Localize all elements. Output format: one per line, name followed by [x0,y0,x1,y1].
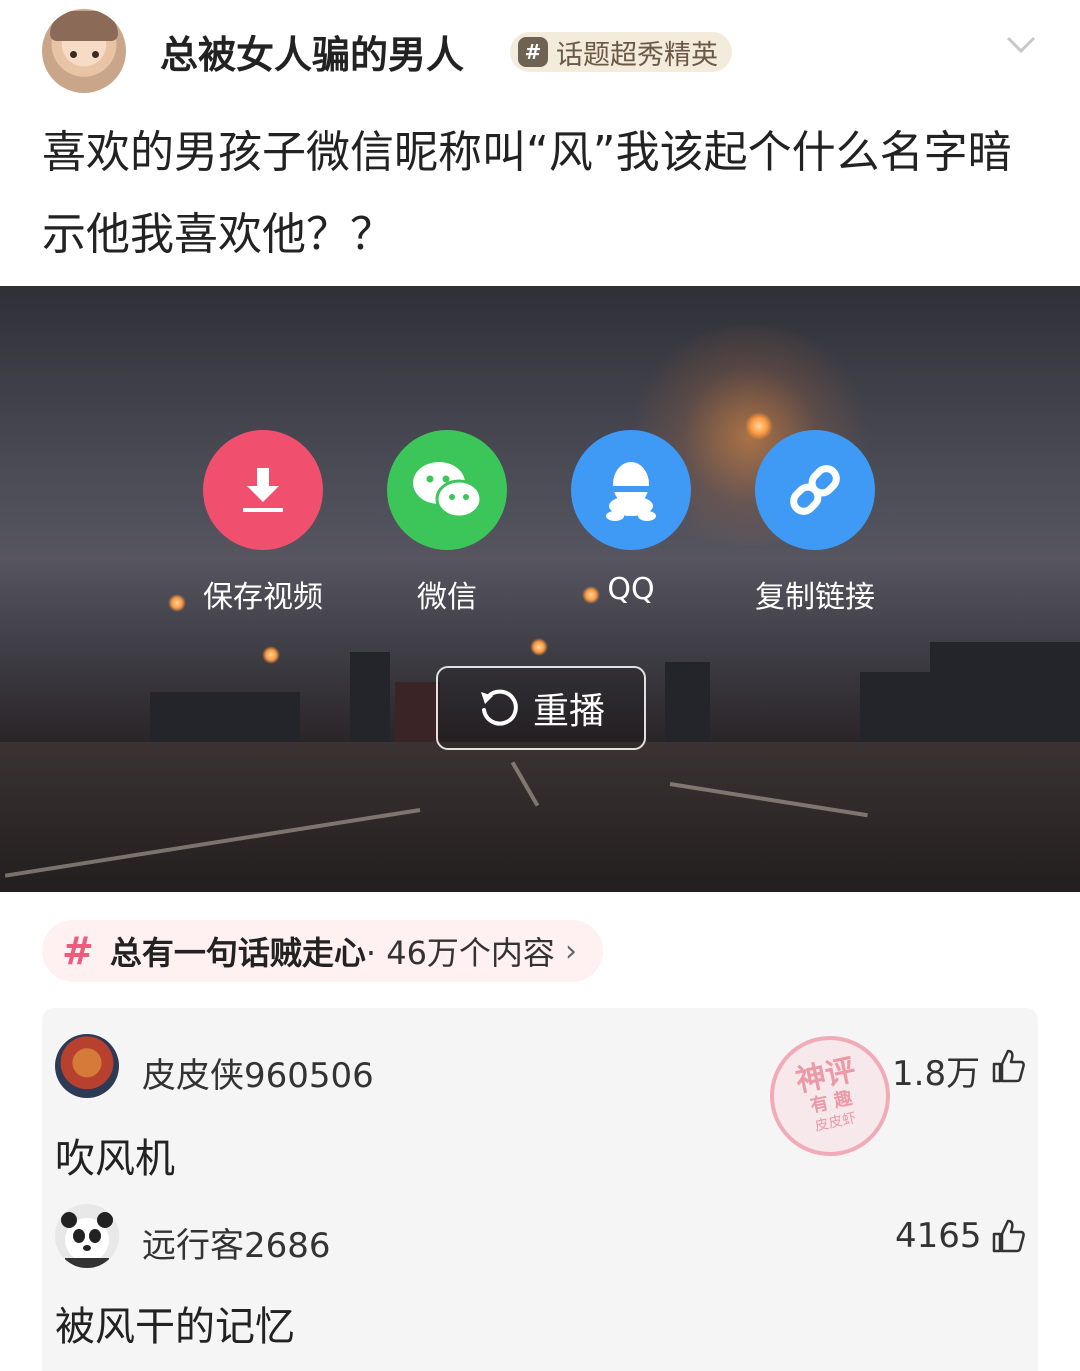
share-options: 保存视频 微信 QQ 复制链接 [0,430,1080,620]
video-player[interactable]: 保存视频 微信 QQ 复制链接 重播 [0,286,1080,892]
commenter-avatar[interactable] [55,1204,119,1268]
road [0,742,1080,892]
author-avatar[interactable] [42,9,126,93]
commenter-name[interactable]: 远行客2686 [142,1218,331,1267]
topic-link[interactable]: # 总有一句话贼走心 · 46万个内容 › [42,920,603,982]
topic-name: 总有一句话贼走心 [109,934,366,972]
topic-badge-icon: # [518,37,548,67]
share-label: 保存视频 [203,580,323,615]
author-badge-label: 话题超秀精英 [556,39,718,71]
post-text: 喜欢的男孩子微信昵称叫“风”我该起个什么名字暗示他我喜欢他？？ [42,127,1012,260]
commenter-avatar[interactable] [55,1034,119,1098]
chevron-down-icon[interactable] [1005,34,1037,56]
avatar-eye-right [92,51,99,58]
avatar-eye-left [70,51,77,58]
qq-icon[interactable] [571,430,691,550]
hashtag-icon: # [62,929,94,973]
city-building [860,672,930,752]
wechat-icon[interactable] [387,430,507,550]
share-save-video[interactable]: 保存视频 [168,430,358,616]
share-label: 复制链接 [755,580,875,615]
streetlight [262,646,280,664]
share-qq[interactable]: QQ [536,430,726,607]
post-header: 总被女人骗的男人 # 话题超秀精英 [0,0,1080,100]
streetlight [530,638,548,656]
share-label: 微信 [417,580,477,615]
city-building [930,642,1080,752]
download-icon[interactable] [203,430,323,550]
comment-text: 被风干的记忆 [55,1304,295,1350]
panda-avatar-image [61,1212,113,1268]
city-building [350,652,390,752]
topic-count: · 46万个内容 [365,934,555,972]
share-copy-link[interactable]: 复制链接 [720,430,910,616]
road-edge-line [669,782,868,818]
author-badge[interactable]: # 话题超秀精英 [510,32,732,72]
thumbs-up-icon[interactable] [990,1218,1026,1254]
link-icon[interactable] [755,430,875,550]
share-wechat[interactable]: 微信 [352,430,542,616]
comment-text: 吹风机 [55,1136,175,1182]
replay-icon [480,689,518,726]
like-count: 1.8万 [892,1054,981,1094]
city-building [665,662,710,752]
share-label: QQ [607,572,655,607]
author-username[interactable]: 总被女人骗的男人 [160,24,464,79]
avatar-hair-shape [50,11,118,41]
road-edge-line [4,808,421,878]
commenter-name[interactable]: 皮皮侠960506 [142,1048,374,1097]
like-count: 4165 [895,1216,982,1256]
thumbs-up-icon[interactable] [990,1048,1026,1084]
lane-marking [510,761,540,807]
chevron-right-icon: › [564,933,577,969]
replay-label: 重播 [532,691,605,732]
replay-button[interactable]: 重播 [436,666,646,750]
